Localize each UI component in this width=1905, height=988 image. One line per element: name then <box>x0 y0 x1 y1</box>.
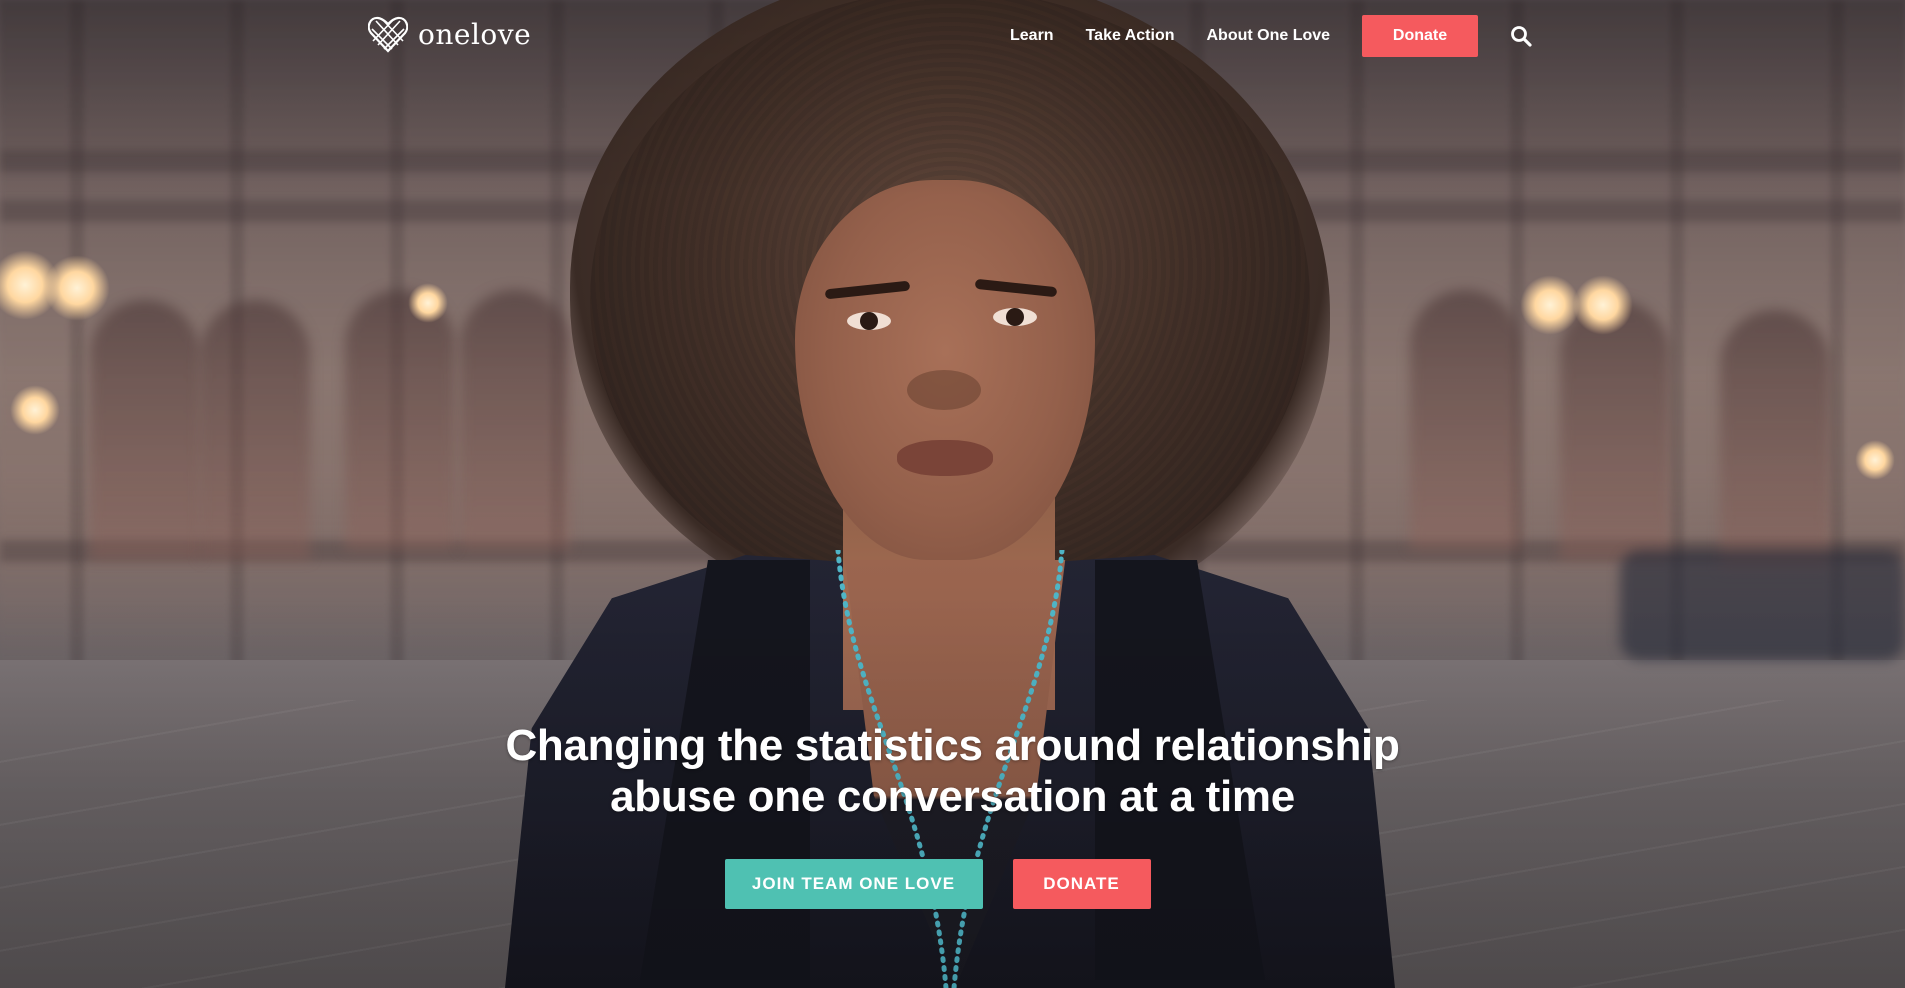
heart-lattice-icon <box>368 16 408 53</box>
search-icon[interactable] <box>1510 25 1532 47</box>
header-donate-button[interactable]: Donate <box>1362 15 1479 57</box>
hero-background-image <box>0 0 1905 988</box>
hero-donate-button[interactable]: DONATE <box>1012 859 1151 909</box>
hero-headline-line-1: Changing the statistics around relations… <box>505 721 1400 770</box>
logo-wordmark: onelove <box>418 17 532 51</box>
hero-scrim <box>0 0 1905 988</box>
nav-link-about[interactable]: About One Love <box>1206 27 1330 45</box>
main-nav: Learn Take Action About One Love Donate <box>1010 15 1532 57</box>
hero-headline: Changing the statistics around relations… <box>0 720 1905 822</box>
nav-link-take-action[interactable]: Take Action <box>1086 27 1175 45</box>
hero-headline-line-2: abuse one conversation at a time <box>610 772 1295 821</box>
hero-cta-row: JOIN TEAM ONE LOVE DONATE <box>0 859 1905 909</box>
join-team-button[interactable]: JOIN TEAM ONE LOVE <box>724 859 983 909</box>
nav-link-learn[interactable]: Learn <box>1010 27 1054 45</box>
onelove-logo[interactable]: onelove <box>368 14 531 54</box>
